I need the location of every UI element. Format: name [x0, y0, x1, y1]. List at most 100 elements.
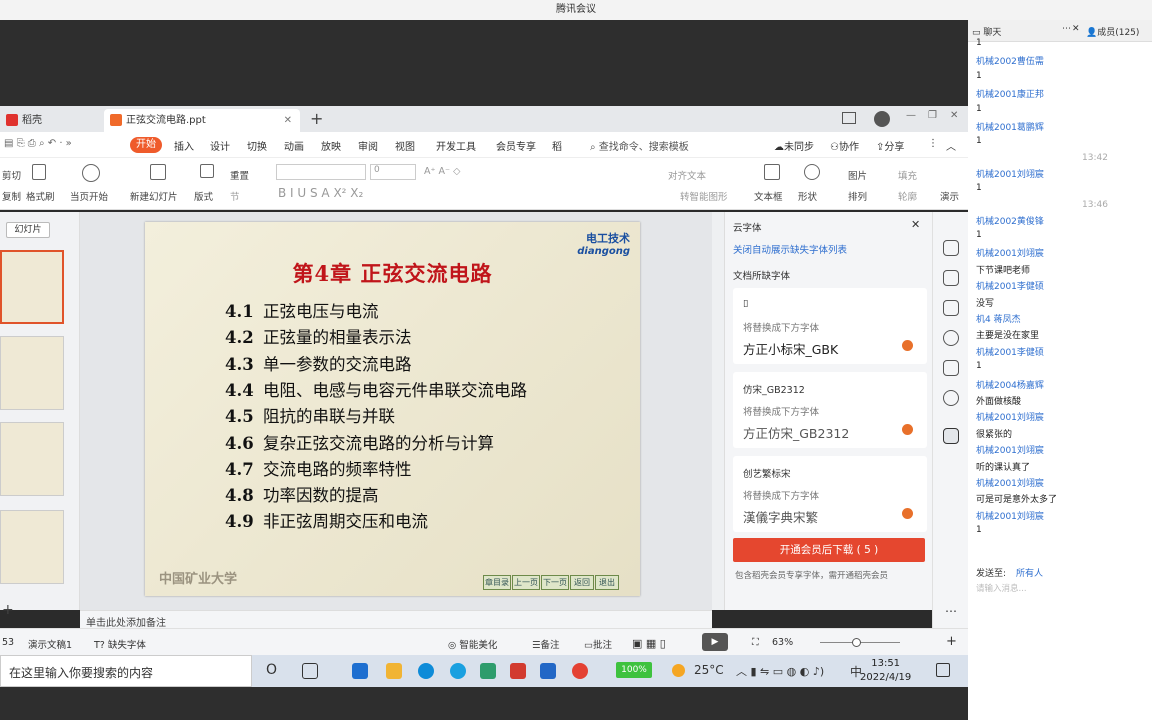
textbox-button[interactable]: 文本框: [754, 189, 783, 203]
align-text-button[interactable]: 对齐文本: [668, 168, 706, 182]
close-window-icon[interactable]: ✕: [950, 110, 958, 121]
restore-icon[interactable]: ❐: [928, 110, 937, 121]
help-icon[interactable]: [943, 330, 959, 346]
menu-slideshow[interactable]: 放映: [321, 138, 341, 153]
edge-icon[interactable]: [418, 663, 434, 679]
slide-thumb[interactable]: [0, 422, 64, 496]
task-view-icon[interactable]: [302, 663, 318, 679]
notification-icon[interactable]: [936, 663, 950, 677]
menu-transition[interactable]: 切换: [247, 138, 267, 153]
chat-sender[interactable]: 机械2001刘翊宸: [976, 246, 1044, 259]
chat-sender[interactable]: 机械2001刘翊宸: [976, 509, 1044, 522]
close-tab-icon[interactable]: ✕: [284, 109, 292, 132]
nav-next-button[interactable]: 下一页: [541, 575, 569, 590]
font-icon[interactable]: [943, 428, 959, 444]
notes-button[interactable]: ☰备注: [532, 637, 560, 651]
download-icon[interactable]: [902, 424, 913, 435]
font-style-tools[interactable]: B I U S A X² X₂: [278, 186, 363, 200]
more-icon[interactable]: ⋯: [945, 604, 957, 618]
chat-sender[interactable]: 机械2001刘翊宸: [976, 476, 1044, 489]
slide[interactable]: 电工技术 diangong 第4章 正弦交流电路 4.1 正弦电压与电流 4.2 正弦量…: [145, 222, 640, 596]
font-card[interactable]: 创艺繁标宋 将替换成下方字体 漢儀字典宋繁: [733, 456, 927, 532]
chat-sender[interactable]: 机械2001刘翊宸: [976, 410, 1044, 423]
section-button[interactable]: 节: [230, 189, 240, 203]
tab-docer[interactable]: 稻壳: [0, 109, 100, 132]
app-icon[interactable]: [480, 663, 496, 679]
new-slide-button[interactable]: 新建幻灯片: [130, 189, 178, 203]
slides-tab[interactable]: 幻灯片: [6, 222, 50, 238]
new-tab-icon[interactable]: +: [310, 109, 323, 128]
taskbar-search[interactable]: 在这里输入你要搜索的内容: [0, 655, 252, 687]
beautify-button[interactable]: ◎ 智能美化: [448, 637, 497, 651]
copy-button[interactable]: 复制: [2, 189, 21, 203]
outline-button[interactable]: 轮廓: [898, 189, 917, 203]
location-icon[interactable]: [943, 390, 959, 406]
menu-review[interactable]: 审阅: [358, 138, 378, 153]
chat-sender[interactable]: 机械2002黄俊锋: [976, 214, 1044, 227]
slide-thumb[interactable]: [0, 250, 64, 324]
menu-developer[interactable]: 开发工具: [436, 138, 476, 153]
fit-icon[interactable]: ⛶: [752, 637, 759, 648]
temperature[interactable]: 25°C: [694, 663, 724, 677]
nav-chapter-button[interactable]: 章目录: [483, 575, 511, 590]
mail-icon[interactable]: [352, 663, 368, 679]
cut-button[interactable]: 剪切: [2, 168, 21, 182]
settings-icon[interactable]: [943, 240, 959, 256]
font-card[interactable]: ▯ 将替换成下方字体 方正小标宋_GBK: [733, 288, 927, 364]
download-icon[interactable]: [902, 340, 913, 351]
download-button[interactable]: 开通会员后下载 ( 5 ): [733, 538, 925, 562]
chat-sender[interactable]: 机械2001刘翊宸: [976, 167, 1044, 180]
reset-button[interactable]: 重置: [230, 168, 249, 182]
command-search[interactable]: ⌕ 查找命令、搜索模板: [590, 138, 689, 153]
menu-animation[interactable]: 动画: [284, 138, 304, 153]
add-slide-icon[interactable]: +: [2, 602, 14, 618]
meeting-icon[interactable]: [540, 663, 556, 679]
chat-more-icon[interactable]: ⋯: [1062, 24, 1071, 34]
comments-button[interactable]: ▭批注: [584, 637, 612, 651]
avatar[interactable]: [874, 111, 890, 127]
clock[interactable]: 13:51 2022/4/19: [860, 657, 911, 685]
sync-status[interactable]: ☁未同步: [774, 138, 814, 153]
minimize-icon[interactable]: —: [906, 110, 916, 121]
slide-thumb[interactable]: [0, 510, 64, 584]
chat-sender[interactable]: 机4 蒋凤杰: [976, 312, 1021, 325]
explorer-icon[interactable]: [386, 663, 402, 679]
tray-icons[interactable]: ︿ ▮ ⇋ ▭ ◍ ◐ ♪): [736, 663, 824, 679]
chat-sender[interactable]: 机械2001李健硕: [976, 345, 1044, 358]
collapse-ribbon-icon[interactable]: ︿: [946, 138, 956, 153]
canvas-scrollbar[interactable]: [712, 212, 724, 610]
chat-tab[interactable]: ▭ 聊天: [972, 25, 1001, 38]
close-panel-icon[interactable]: ✕: [911, 218, 920, 231]
zoom-handle[interactable]: [852, 638, 861, 647]
chat-close-icon[interactable]: ✕: [1072, 24, 1080, 34]
copy-icon[interactable]: [943, 300, 959, 316]
layout-button[interactable]: 版式: [194, 189, 213, 203]
font-name-select[interactable]: [276, 164, 366, 180]
smart-graphic-button[interactable]: 转智能图形: [680, 189, 728, 203]
notes-bar[interactable]: 单击此处添加备注: [80, 610, 712, 629]
present-button[interactable]: 演示: [940, 189, 959, 203]
cortana-icon[interactable]: O: [266, 662, 277, 678]
format-painter-button[interactable]: 格式刷: [26, 189, 55, 203]
font-grow-shrink[interactable]: A⁺ A⁻ ◇: [424, 166, 460, 177]
slide-thumb[interactable]: [0, 336, 64, 410]
nav-prev-button[interactable]: 上一页: [512, 575, 540, 590]
wps-icon[interactable]: [510, 663, 526, 679]
menu-view[interactable]: 视图: [395, 138, 415, 153]
chat-sender[interactable]: 机械2001葛鹏辉: [976, 120, 1044, 133]
nav-back-button[interactable]: 返回: [570, 575, 594, 590]
nav-exit-button[interactable]: 退出: [595, 575, 619, 590]
menu-member[interactable]: 会员专享: [496, 138, 536, 153]
menu-docer[interactable]: 稻: [552, 138, 562, 153]
menu-start[interactable]: 开始: [130, 137, 162, 153]
shape-button[interactable]: 形状: [798, 189, 817, 203]
menu-design[interactable]: 设计: [210, 138, 230, 153]
tab-document[interactable]: 正弦交流电路.ppt ✕: [104, 109, 300, 132]
menu-icons[interactable]: ▤ ⎘ ⎙ ⌕ ↶ · »: [4, 138, 72, 149]
arrange-button[interactable]: 排列: [848, 189, 867, 203]
picture-button[interactable]: 图片: [848, 168, 867, 182]
close-auto-show-link[interactable]: 关闭自动展示缺失字体列表: [733, 242, 847, 256]
collab-button[interactable]: ⚇协作: [830, 138, 859, 153]
chat-sender[interactable]: 机械2001康正邦: [976, 87, 1044, 100]
chat-sender[interactable]: 机械2001李健硕: [976, 279, 1044, 292]
